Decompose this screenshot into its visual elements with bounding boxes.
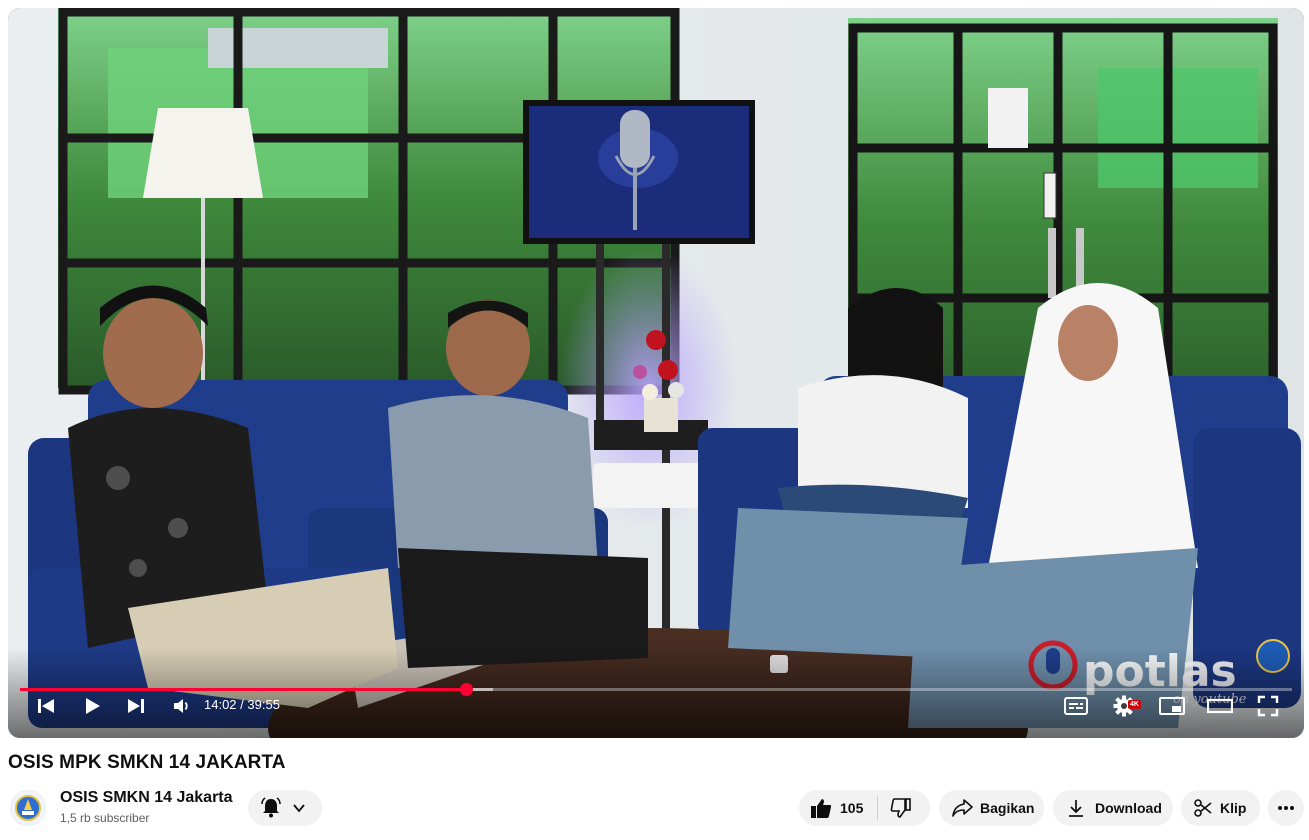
channel-avatar[interactable] <box>10 790 46 826</box>
share-icon <box>951 797 973 819</box>
time-display: 14:02 / 39:55 <box>204 697 280 712</box>
theater-icon <box>1207 698 1233 714</box>
clip-label: Klip <box>1220 800 1247 816</box>
controls-gradient <box>8 648 1304 738</box>
miniplayer-icon <box>1159 697 1185 715</box>
notification-subscribe-button[interactable] <box>248 790 322 826</box>
fullscreen-button[interactable] <box>1254 692 1282 720</box>
share-button[interactable]: Bagikan <box>939 790 1044 826</box>
subtitles-icon <box>1064 697 1088 715</box>
play-button[interactable] <box>80 692 104 720</box>
download-button[interactable]: Download <box>1053 790 1173 826</box>
school-logo-icon <box>11 791 45 825</box>
miniplayer-button[interactable] <box>1158 692 1186 720</box>
previous-button[interactable] <box>34 692 58 720</box>
subtitles-button[interactable] <box>1063 692 1089 720</box>
chevron-down-icon <box>292 801 306 815</box>
like-dislike-group: 105 <box>799 790 930 826</box>
clip-button[interactable]: Klip <box>1181 790 1260 826</box>
share-label: Bagikan <box>980 800 1035 816</box>
download-icon <box>1066 798 1086 818</box>
download-label: Download <box>1095 800 1162 816</box>
like-count: 105 <box>840 800 864 816</box>
bell-icon <box>260 797 282 819</box>
theater-mode-button[interactable] <box>1206 692 1234 720</box>
thumbs-up-icon <box>810 797 832 819</box>
next-button[interactable] <box>124 692 148 720</box>
skip-previous-icon <box>38 699 54 713</box>
like-button[interactable]: 105 <box>799 790 877 826</box>
video-title: OSIS MPK SMKN 14 JAKARTA <box>8 752 286 773</box>
mute-button[interactable] <box>170 692 194 720</box>
time-separator: / <box>236 697 248 712</box>
more-actions-button[interactable] <box>1268 790 1304 826</box>
more-horizontal-icon <box>1277 805 1295 811</box>
thumbs-down-icon <box>890 797 912 819</box>
subscriber-count: 1,5 rb subscriber <box>60 811 150 825</box>
progress-bar[interactable] <box>20 683 1292 696</box>
volume-icon <box>174 699 188 713</box>
progress-played <box>20 688 467 691</box>
dislike-button[interactable] <box>878 790 926 826</box>
play-icon <box>86 698 100 714</box>
fullscreen-icon <box>1257 695 1279 717</box>
video-player[interactable]: potlas on youtube <box>8 8 1304 738</box>
scissors-icon <box>1193 798 1213 818</box>
channel-name[interactable]: OSIS SMKN 14 Jakarta <box>60 789 233 807</box>
time-current: 14:02 <box>204 697 237 712</box>
video-frame: potlas on youtube <box>8 8 1304 738</box>
time-total: 39:55 <box>247 697 280 712</box>
quality-badge: 4K <box>1128 700 1141 709</box>
skip-next-icon <box>128 699 144 713</box>
